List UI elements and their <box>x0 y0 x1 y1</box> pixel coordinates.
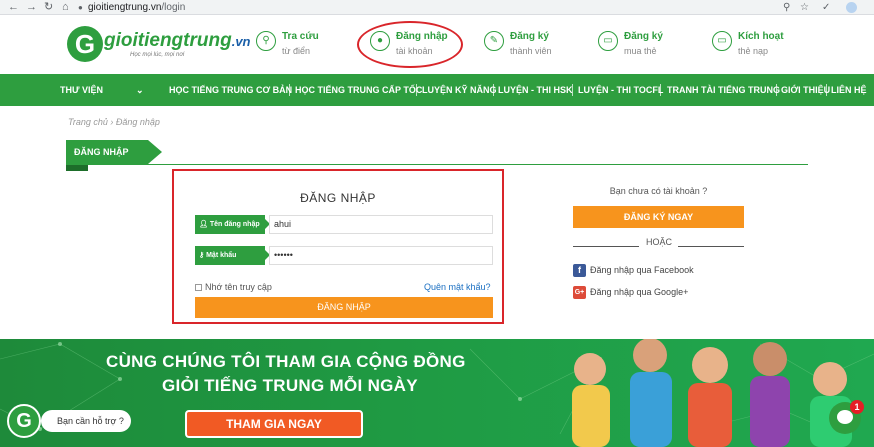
community-banner: CÙNG CHÚNG TÔI THAM GIA CỘNG ĐỒNG GIỎI T… <box>0 339 874 447</box>
header-item-subtitle: thẻ nạp <box>738 46 769 56</box>
or-divider-left <box>573 246 639 247</box>
remember-label: Nhớ tên truy cập <box>205 282 272 292</box>
help-text: Bạn cần hỗ trợ ? <box>41 410 131 432</box>
profile-avatar[interactable] <box>846 2 857 13</box>
forgot-password-link[interactable]: Quên mật khẩu? <box>424 282 491 292</box>
nav-divider <box>572 84 573 96</box>
header-item-subtitle: thành viên <box>510 46 552 56</box>
login-button[interactable]: ĐĂNG NHẬP <box>195 297 493 318</box>
back-icon[interactable]: ← <box>8 1 19 14</box>
card-icon: ▭ <box>598 31 618 51</box>
header-item-title: Đăng ký <box>624 31 663 42</box>
register-button[interactable]: ĐĂNG KÝ NGAY <box>573 206 744 228</box>
banner-headline-2: GIỎI TIẾNG TRUNG MỖI NGÀY <box>162 376 418 395</box>
chevron-down-icon: ⌄ <box>135 85 144 95</box>
reload-icon[interactable]: ↻ <box>44 1 53 14</box>
highlight-oval <box>357 21 463 68</box>
remember-checkbox[interactable] <box>195 284 202 291</box>
nav-divider <box>776 84 777 96</box>
lock-icon: ● <box>78 3 83 12</box>
people-illustration <box>572 339 852 447</box>
browser-toolbar: ← → ↻ ⌂ ● gioitiengtrung.vn/login ⚲ ☆ ✓ <box>0 0 874 15</box>
join-now-button[interactable]: THAM GIA NGAY <box>185 410 363 438</box>
chat-notification-badge: 1 <box>850 400 864 414</box>
password-row: ⚷ Mật khẩu •••••• <box>195 246 493 265</box>
header-item-subtitle: từ điển <box>282 46 311 56</box>
google-label: Đăng nhập qua Google+ <box>590 287 689 297</box>
logo-tld: .vn <box>231 34 251 49</box>
logo-slogan: Học mọi lúc, mọi nơi <box>130 52 185 58</box>
logo-icon[interactable]: G <box>67 26 103 62</box>
google-plus-icon: G+ <box>573 286 586 299</box>
ribbon-fold <box>66 165 88 171</box>
banner-headline-1: CÙNG CHÚNG TÔI THAM GIA CỘNG ĐỒNG <box>106 352 466 371</box>
section-divider <box>148 164 808 165</box>
nav-divider <box>826 84 827 96</box>
nav-item-hsk[interactable]: LUYỆN - THI HSK <box>498 74 573 106</box>
username-row: 👤︎ Tên đăng nhập ahui <box>195 215 493 234</box>
facebook-label: Đăng nhập qua Facebook <box>590 265 694 275</box>
nav-item-tocfl[interactable]: LUYỆN - THI TOCFL <box>578 74 663 106</box>
nav-item-basic[interactable]: HỌC TIẾNG TRUNG CƠ BẢN <box>169 74 292 106</box>
extension-check-icon[interactable]: ✓ <box>822 1 830 14</box>
password-label-text: Mật khẩu <box>206 252 237 259</box>
login-form: ĐĂNG NHẬP 👤︎ Tên đăng nhập ahui ⚷ Mật kh… <box>172 169 504 324</box>
username-field[interactable]: ahui <box>269 215 493 234</box>
star-icon[interactable]: ☆ <box>800 1 809 14</box>
breadcrumb[interactable]: Trang chủ › Đăng nhập <box>68 117 160 127</box>
facebook-icon: f <box>573 264 586 277</box>
google-login[interactable]: G+ Đăng nhập qua Google+ <box>573 286 688 299</box>
nav-item-skills[interactable]: LUYỆN KỸ NĂNG <box>422 74 497 106</box>
facebook-login[interactable]: f Đăng nhập qua Facebook <box>573 264 694 277</box>
url-domain: gioitiengtrung.vn <box>88 2 162 13</box>
or-divider-right <box>678 246 744 247</box>
header-item-title: Đăng ký <box>510 31 549 42</box>
logo-text[interactable]: gioitiengtrung.vn <box>104 30 251 52</box>
nav-divider <box>289 84 290 96</box>
forward-icon[interactable]: → <box>26 1 37 14</box>
nav-item-about[interactable]: GIỚI THIỆU <box>781 74 830 106</box>
url-path: /login <box>161 2 186 13</box>
user-icon: 👤︎ <box>199 221 208 228</box>
header-item-subtitle: mua thẻ <box>624 46 657 56</box>
login-title: ĐĂNG NHẬP <box>300 191 376 205</box>
nav-item-contest[interactable]: TRANH TÀI TIẾNG TRUNG <box>667 74 780 106</box>
key-icon: ⚷ <box>199 252 205 259</box>
register-prompt: Bạn chưa có tài khoản ? <box>609 186 708 196</box>
address-bar[interactable]: ● gioitiengtrung.vn/login <box>78 1 768 14</box>
ribbon-arrow <box>148 140 162 164</box>
home-icon[interactable]: ⌂ <box>62 1 69 14</box>
nav-item-library[interactable]: THƯ VIỆN ⌄ <box>60 74 144 106</box>
password-field[interactable]: •••••• <box>269 246 493 265</box>
nav-item-contact[interactable]: LIÊN HỆ <box>831 74 867 106</box>
nav-item-fast[interactable]: HỌC TIẾNG TRUNG CẤP TỐC <box>295 74 422 106</box>
section-title: ĐĂNG NHẬP <box>66 140 148 165</box>
remember-me[interactable]: Nhớ tên truy cập <box>195 282 272 292</box>
search-icon: ⚲ <box>256 31 276 51</box>
or-label: HOẶC <box>645 237 672 247</box>
main-nav: THƯ VIỆN ⌄ HỌC TIẾNG TRUNG CƠ BẢN HỌC TIẾ… <box>0 74 874 106</box>
help-logo-icon: G <box>7 404 41 438</box>
nav-item-label: THƯ VIỆN <box>60 85 103 95</box>
nav-divider <box>660 84 661 96</box>
nav-divider <box>493 84 494 96</box>
logo-brand: gioitiengtrung <box>104 30 232 51</box>
chat-bubble-icon <box>837 410 853 424</box>
header-item-title: Tra cứu <box>282 31 319 42</box>
help-widget[interactable]: Bạn cần hỗ trợ ? G <box>7 402 131 440</box>
header-item-title: Kích hoạt <box>738 31 784 42</box>
username-label: 👤︎ Tên đăng nhập <box>195 215 265 234</box>
nav-divider <box>416 84 417 96</box>
password-label: ⚷ Mật khẩu <box>195 246 265 265</box>
username-label-text: Tên đăng nhập <box>209 221 260 228</box>
card-icon: ▭ <box>712 31 732 51</box>
edit-icon: ✎ <box>484 31 504 51</box>
zoom-icon[interactable]: ⚲ <box>783 1 790 14</box>
